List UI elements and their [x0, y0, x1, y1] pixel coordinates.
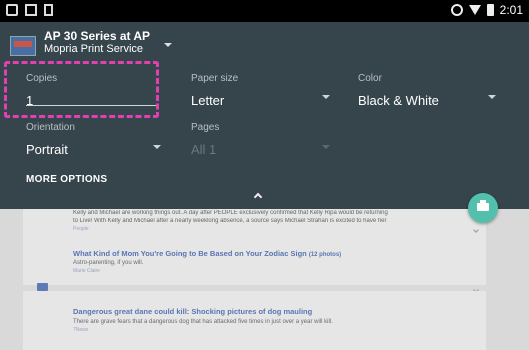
printer-icon [477, 200, 489, 211]
document-preview: Kelly and Michael are working things out… [0, 209, 529, 350]
orientation-chevron-down-icon[interactable] [153, 145, 161, 149]
mopria-printer-icon [10, 36, 36, 56]
pages-chevron-down-icon [322, 145, 330, 149]
story-source: Marie Claire [73, 268, 100, 274]
story-source: 7News [73, 327, 89, 333]
print-options-panel: AP 30 Series at AP Mopria Print Service … [0, 22, 529, 209]
orientation-label: Orientation [26, 122, 75, 133]
wifi-icon [468, 5, 481, 15]
list-item: Kelly and Michael are working things out… [23, 209, 486, 293]
copies-highlight [4, 61, 159, 118]
printer-service: Mopria Print Service [44, 43, 144, 55]
print-notification-icon [6, 4, 18, 16]
paper-size-label: Paper size [191, 73, 239, 84]
pages-label: Pages [191, 122, 220, 133]
list-item: Dangerous great dane could kill: Shockin… [23, 291, 486, 350]
screenshot-notification-icon [25, 4, 37, 16]
color-select[interactable]: Black & White [358, 93, 439, 108]
comment-icon [37, 283, 48, 291]
orientation-field[interactable]: Orientation Portrait [26, 122, 75, 157]
battery-icon [486, 4, 494, 16]
story-title[interactable]: Dangerous great dane could kill: Shockin… [73, 307, 312, 316]
story-snippet: to Live! With Kelly and Michael after a … [73, 218, 387, 224]
story-snippet: Kelly and Michael are working things out… [73, 210, 388, 216]
print-button[interactable] [468, 193, 498, 223]
color-chevron-down-icon[interactable] [488, 95, 496, 99]
pages-select: All 1 [191, 142, 217, 157]
device-notification-icon [44, 4, 53, 16]
story-subtitle: Astro-parenting, if you will. [73, 260, 144, 266]
clock: 2:01 [499, 3, 523, 17]
color-label: Color [358, 73, 382, 84]
story-source: People [73, 226, 89, 232]
color-field[interactable]: Color Black & White [358, 73, 439, 108]
paper-size-select[interactable]: Letter [191, 93, 238, 108]
chevron-down-icon [473, 227, 479, 233]
paper-size-chevron-down-icon[interactable] [322, 95, 330, 99]
rotation-lock-icon [450, 4, 463, 16]
pages-field: Pages All 1 [191, 122, 219, 157]
printer-name: AP 30 Series at AP [44, 29, 151, 43]
chevron-up-icon[interactable] [253, 192, 263, 202]
more-options-button[interactable]: MORE OPTIONS [26, 174, 107, 185]
status-bar: 2:01 [0, 0, 529, 22]
printer-selector[interactable]: AP 30 Series at AP Mopria Print Service [10, 30, 150, 56]
story-subtitle: There are grave fears that a dangerous d… [73, 319, 333, 325]
orientation-select[interactable]: Portrait [26, 142, 75, 157]
story-title[interactable]: What Kind of Mom You're Going to Be Base… [73, 249, 341, 258]
chevron-down-icon[interactable] [164, 43, 172, 47]
paper-size-field[interactable]: Paper size Letter [191, 73, 238, 108]
